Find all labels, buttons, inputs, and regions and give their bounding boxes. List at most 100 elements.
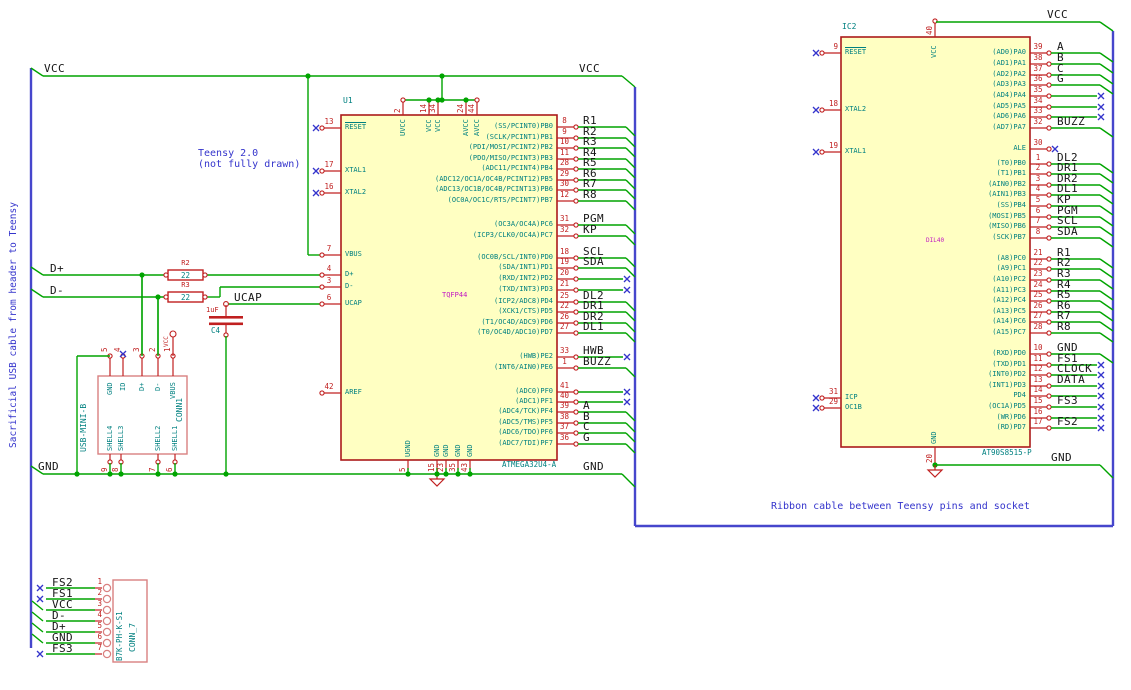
- pin-name: (OC0A/OC1C/RTS/PCINT7)PB7: [447, 196, 553, 204]
- ground-icon: [428, 478, 446, 487]
- pin-name: (RD)PD7: [996, 423, 1026, 431]
- wire: [1099, 237, 1114, 248]
- pin-number: 9: [100, 467, 109, 472]
- wire: [621, 473, 636, 488]
- component-value: 22: [180, 270, 191, 280]
- pin-number: 5: [1035, 195, 1041, 204]
- pin-end-circle: [573, 124, 579, 130]
- pin-name: (XCK1/CTS)PD5: [498, 307, 553, 315]
- pin-end-circle: [573, 287, 579, 293]
- pin-name: (SS/PCINT0)PB0: [493, 122, 553, 130]
- pin-end-circle: [1046, 415, 1052, 421]
- pin-name: (OC1A)PD5: [988, 402, 1026, 410]
- wire: [625, 147, 636, 158]
- wire: [1099, 205, 1114, 216]
- pin-number: 25: [1033, 290, 1043, 299]
- junction: [463, 97, 469, 103]
- pin-end-circle: [1046, 125, 1052, 131]
- wire: [625, 158, 636, 169]
- component-value: AT90S8515-P: [982, 448, 1032, 457]
- pin-number: 22: [1033, 258, 1043, 267]
- pin-name: UGND: [404, 440, 412, 457]
- pin-end-circle: [319, 390, 325, 396]
- wire: [1099, 21, 1114, 32]
- pin-end-circle: [1046, 309, 1052, 315]
- pin-name: (A10)PC2: [992, 275, 1026, 283]
- pin-number: 16: [324, 182, 334, 191]
- junction: [426, 97, 432, 103]
- net-label: FS3: [1057, 394, 1079, 407]
- pin-end-circle: [1046, 114, 1052, 120]
- pin-number: 25: [559, 291, 570, 300]
- pin-number: 2: [1035, 163, 1041, 172]
- pin-end-circle: [819, 405, 825, 411]
- pin-end-circle: [319, 125, 325, 131]
- pin-end-circle: [573, 276, 579, 282]
- pin-number: 17: [324, 160, 334, 169]
- pin-end-circle: [1046, 235, 1052, 241]
- pin-end-circle: [1046, 161, 1052, 167]
- pin-end-circle: [573, 309, 579, 315]
- pin-end-circle: [573, 354, 579, 360]
- pin-number: 27: [1033, 311, 1043, 320]
- wire: [30, 266, 44, 276]
- pin-number: 11: [1033, 354, 1043, 363]
- component-ref: CONN1: [175, 397, 184, 422]
- pin-name: (AD4)PA4: [992, 91, 1026, 99]
- wire: [625, 137, 636, 148]
- pin-end-circle: [1046, 192, 1052, 198]
- pin-name: GND: [454, 444, 462, 457]
- pin-number: 44: [467, 103, 476, 113]
- component-value: USB-MINI-B: [79, 403, 88, 452]
- pin-number: 34: [428, 103, 437, 113]
- capacitor-body[interactable]: [209, 322, 243, 326]
- pin-end-circle: [1046, 203, 1052, 209]
- note-ribbon: Ribbon cable between Teensy pins and soc…: [771, 501, 1030, 512]
- junction: [223, 471, 229, 477]
- pin-end-circle: [573, 233, 579, 239]
- junction: [439, 73, 445, 79]
- pin-end-circle: [1046, 372, 1052, 378]
- pin-number: 36: [559, 433, 570, 442]
- wire: [1099, 258, 1114, 269]
- pin-number: 9: [562, 127, 567, 136]
- pin-number: 37: [1033, 64, 1043, 73]
- wire: [1099, 226, 1114, 237]
- net-label-dminus: D-: [50, 284, 65, 297]
- wire: [625, 311, 636, 322]
- wire: [625, 224, 636, 235]
- pin-number: 27: [559, 322, 570, 331]
- pin-end-circle: [573, 198, 579, 204]
- capacitor-body[interactable]: [209, 316, 243, 319]
- pin-number: 34: [1033, 96, 1043, 105]
- pin-number: 13: [324, 117, 334, 126]
- pin-name: (A9)PC1: [996, 264, 1026, 272]
- pin-end-circle: [1046, 82, 1052, 88]
- pin-end-circle: [573, 145, 579, 151]
- wire: [625, 411, 636, 422]
- wire: [30, 67, 44, 77]
- pin-name: AVCC: [462, 119, 470, 137]
- pin-name: GND: [433, 444, 441, 457]
- vcc-symbol[interactable]: [169, 330, 177, 338]
- pin-number: 3: [1035, 174, 1041, 183]
- note-teensy-line2: (not fully drawn): [198, 159, 301, 170]
- pin-name: (PDO/MISO/PCINT3)PB3: [468, 154, 553, 162]
- pin-number: 7: [97, 643, 102, 652]
- component-value: ATMEGA32U4-A: [502, 460, 557, 469]
- pin-name: (ADC4/TCK)PF4: [498, 407, 553, 415]
- component-ref: R3: [181, 281, 190, 289]
- pin-number: 2: [97, 588, 102, 597]
- pin-name: VCC: [930, 45, 938, 58]
- pin-name: (ADC1)PF1: [515, 397, 553, 405]
- pin-number: 6: [326, 293, 332, 302]
- pin-end-circle: [319, 190, 325, 196]
- wire: [621, 75, 636, 88]
- wire: [1099, 464, 1114, 479]
- pin-end-circle: [819, 149, 825, 155]
- pin-number: 26: [1033, 301, 1043, 310]
- pin-end-circle: [573, 255, 579, 261]
- pin-name: (AD6)PA6: [992, 112, 1026, 120]
- pin-end-circle: [573, 299, 579, 305]
- pin-number: 42: [324, 382, 334, 391]
